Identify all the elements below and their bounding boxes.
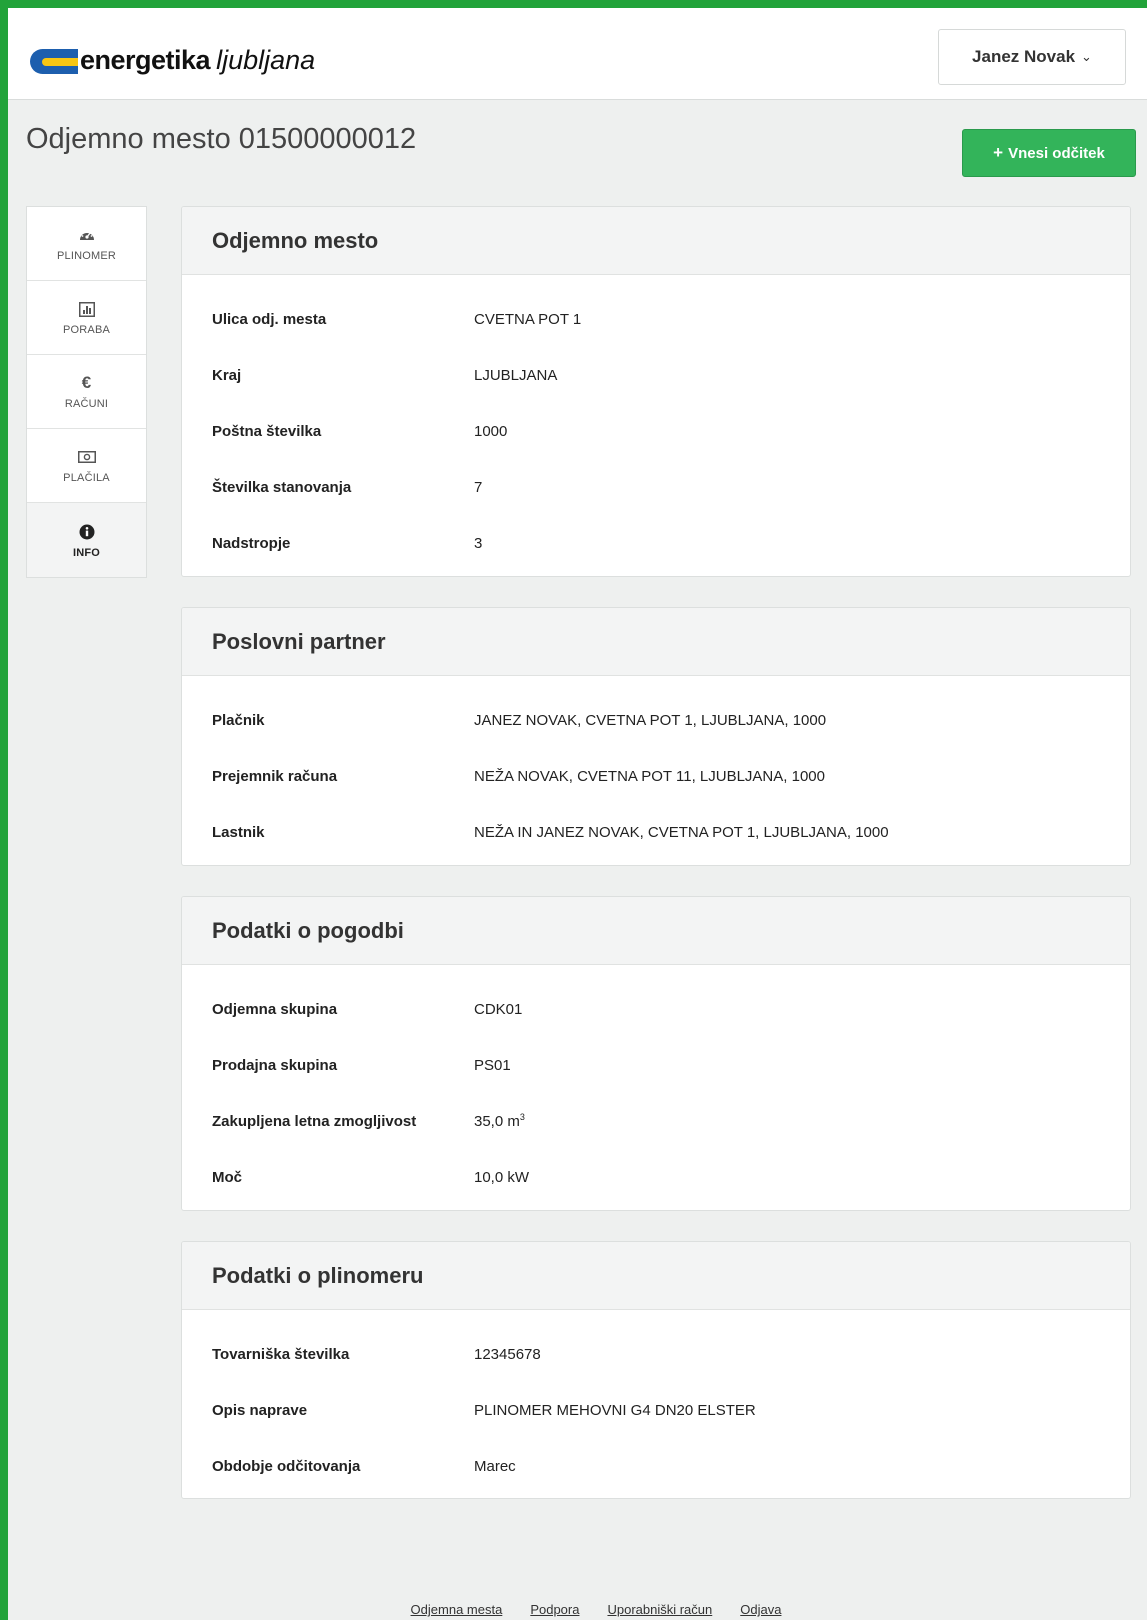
sidebar-item-label: PORABA bbox=[62, 324, 111, 336]
plus-icon: + bbox=[993, 143, 1004, 162]
unit-superscript: 3 bbox=[519, 1112, 525, 1122]
detail-row: Opis naprave PLINOMER MEHOVNI G4 DN20 EL… bbox=[182, 1382, 1130, 1438]
panel-poslovni-partner: Poslovni partner Plačnik JANEZ NOVAK, CV… bbox=[181, 607, 1131, 866]
detail-label: Nadstropje bbox=[212, 534, 291, 552]
detail-value: 3 bbox=[474, 534, 483, 552]
sidebar-item-label: PLAČILA bbox=[63, 472, 110, 484]
window-frame-top bbox=[0, 0, 1147, 8]
sidebar-item-plinomer[interactable]: PLINOMER bbox=[27, 207, 146, 281]
detail-label: Opis naprave bbox=[212, 1401, 308, 1419]
detail-label: Obdobje odčitovanja bbox=[212, 1457, 361, 1475]
detail-row: Tovarniška številka 12345678 bbox=[182, 1326, 1130, 1382]
sidebar-item-info[interactable]: INFO bbox=[27, 503, 146, 577]
detail-row: Zakupljena letna zmogljivost 35,0 m3 bbox=[182, 1093, 1130, 1149]
detail-value: 1000 bbox=[474, 422, 508, 440]
logo-mark-icon bbox=[30, 47, 78, 75]
detail-label: Poštna številka bbox=[212, 422, 322, 440]
detail-row: Nadstropje 3 bbox=[182, 515, 1130, 571]
brand-logo[interactable]: energetika ljubljana bbox=[30, 45, 315, 76]
detail-label: Kraj bbox=[212, 366, 242, 384]
footer-link-odjemna-mesta[interactable]: Odjemna mesta bbox=[411, 1602, 503, 1617]
app-header: energetika ljubljana Janez Novak ⌄ bbox=[8, 8, 1147, 100]
footer-link-odjava[interactable]: Odjava bbox=[740, 1602, 781, 1617]
add-reading-button[interactable]: + Vnesi odčitek bbox=[962, 129, 1136, 177]
panel-podatki-o-pogodbi: Podatki o pogodbi Odjemna skupina CDK01 … bbox=[181, 896, 1131, 1211]
detail-row: Odjemna skupina CDK01 bbox=[182, 981, 1130, 1037]
panel-title: Podatki o pogodbi bbox=[182, 897, 1130, 965]
panel-title: Odjemno mesto bbox=[182, 207, 1130, 275]
footer-links: Odjemna mesta Podpora Uporabniški račun … bbox=[0, 1602, 1147, 1617]
detail-row: Kraj LJUBLJANA bbox=[182, 347, 1130, 403]
detail-value: PS01 bbox=[474, 1056, 511, 1074]
user-menu-button[interactable]: Janez Novak ⌄ bbox=[938, 29, 1126, 85]
logo-text-bold: energetika bbox=[80, 45, 211, 75]
panel-title: Poslovni partner bbox=[182, 608, 1130, 676]
panel-odjemno-mesto: Odjemno mesto Ulica odj. mesta CVETNA PO… bbox=[181, 206, 1131, 577]
banknote-icon bbox=[77, 447, 96, 467]
detail-row: Prejemnik računa NEŽA NOVAK, CVETNA POT … bbox=[182, 748, 1130, 804]
sidebar-item-label: INFO bbox=[72, 546, 101, 559]
info-icon bbox=[79, 522, 95, 542]
sidebar-item-label: PLINOMER bbox=[56, 250, 117, 262]
detail-value: Marec bbox=[474, 1457, 516, 1475]
detail-label: Plačnik bbox=[212, 711, 265, 729]
side-nav: PLINOMER PORABA € RAČUNI PLAČILA INFO bbox=[26, 206, 147, 578]
bar-chart-icon bbox=[78, 299, 95, 319]
detail-label: Lastnik bbox=[212, 823, 265, 841]
detail-row: Lastnik NEŽA IN JANEZ NOVAK, CVETNA POT … bbox=[182, 804, 1130, 860]
detail-row: Poštna številka 1000 bbox=[182, 403, 1130, 459]
user-name: Janez Novak bbox=[972, 47, 1076, 66]
detail-value: CDK01 bbox=[474, 1000, 523, 1018]
detail-value: JANEZ NOVAK, CVETNA POT 1, LJUBLJANA, 10… bbox=[474, 711, 827, 729]
footer-link-podpora[interactable]: Podpora bbox=[530, 1602, 579, 1617]
detail-value: LJUBLJANA bbox=[474, 366, 558, 384]
sidebar-item-racuni[interactable]: € RAČUNI bbox=[27, 355, 146, 429]
add-reading-label: Vnesi odčitek bbox=[1008, 144, 1105, 162]
detail-value: NEŽA IN JANEZ NOVAK, CVETNA POT 1, LJUBL… bbox=[474, 823, 889, 841]
detail-label: Ulica odj. mesta bbox=[212, 310, 327, 328]
detail-row: Ulica odj. mesta CVETNA POT 1 bbox=[182, 291, 1130, 347]
detail-label: Odjemna skupina bbox=[212, 1000, 338, 1018]
detail-row: Številka stanovanja 7 bbox=[182, 459, 1130, 515]
chevron-down-icon: ⌄ bbox=[1081, 49, 1092, 64]
panel-title: Podatki o plinomeru bbox=[182, 1242, 1130, 1310]
detail-label: Tovarniška številka bbox=[212, 1345, 350, 1363]
detail-label: Prodajna skupina bbox=[212, 1056, 338, 1074]
detail-value: PLINOMER MEHOVNI G4 DN20 ELSTER bbox=[474, 1401, 756, 1419]
logo-text-italic: ljubljana bbox=[216, 45, 316, 75]
sidebar-item-label: RAČUNI bbox=[64, 398, 109, 410]
detail-value: 12345678 bbox=[474, 1345, 541, 1363]
euro-icon: € bbox=[81, 373, 92, 392]
panel-podatki-o-plinomeru: Podatki o plinomeru Tovarniška številka … bbox=[181, 1241, 1131, 1499]
detail-label: Številka stanovanja bbox=[212, 478, 352, 496]
capacity-value: 35,0 m bbox=[474, 1113, 520, 1130]
detail-value: 35,0 m3 bbox=[474, 1112, 525, 1130]
detail-row: Moč 10,0 kW bbox=[182, 1149, 1130, 1205]
detail-row: Obdobje odčitovanja Marec bbox=[182, 1438, 1130, 1494]
footer-link-uporabniski-racun[interactable]: Uporabniški račun bbox=[607, 1602, 712, 1617]
detail-row: Plačnik JANEZ NOVAK, CVETNA POT 1, LJUBL… bbox=[182, 692, 1130, 748]
detail-value: 7 bbox=[474, 478, 483, 496]
sidebar-item-placila[interactable]: PLAČILA bbox=[27, 429, 146, 503]
detail-label: Prejemnik računa bbox=[212, 767, 338, 785]
detail-value: NEŽA NOVAK, CVETNA POT 11, LJUBLJANA, 10… bbox=[474, 767, 825, 785]
detail-value: CVETNA POT 1 bbox=[474, 310, 582, 328]
detail-label: Zakupljena letna zmogljivost bbox=[212, 1112, 417, 1130]
page-title: Odjemno mesto 01500000012 bbox=[26, 123, 417, 155]
detail-value: 10,0 kW bbox=[474, 1168, 530, 1186]
detail-label: Moč bbox=[212, 1168, 242, 1186]
window-frame-left bbox=[0, 0, 8, 1620]
detail-row: Prodajna skupina PS01 bbox=[182, 1037, 1130, 1093]
gauge-icon bbox=[79, 225, 95, 245]
sidebar-item-poraba[interactable]: PORABA bbox=[27, 281, 146, 355]
